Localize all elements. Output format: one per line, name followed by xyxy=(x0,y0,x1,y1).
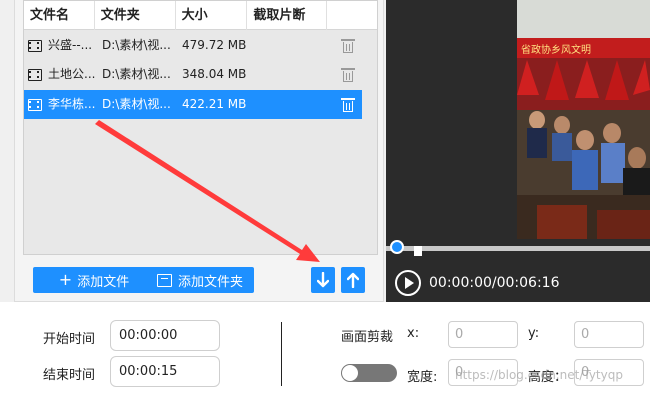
plus-icon: + xyxy=(58,270,73,289)
crop-y-label: y: xyxy=(528,326,540,341)
delete-button[interactable] xyxy=(334,60,362,89)
file-name: 土地公... xyxy=(48,67,96,81)
table-row[interactable]: 土地公... D:\素材\视... 348.04 MB xyxy=(24,60,362,89)
column-header-folder[interactable]: 文件夹 xyxy=(95,1,176,30)
file-size: 479.72 MB xyxy=(182,38,247,52)
toggle-knob xyxy=(342,365,358,381)
file-folder: D:\素材\视... xyxy=(102,67,171,81)
file-folder: D:\素材\视... xyxy=(102,97,171,111)
file-folder: D:\素材\视... xyxy=(102,38,171,52)
file-table: 文件名 文件夹 大小 截取片断 兴盛--... D:\素材\视... 479.7… xyxy=(23,0,378,255)
delete-button[interactable] xyxy=(334,90,362,119)
play-button[interactable] xyxy=(395,270,421,296)
table-row-selected[interactable]: 李华栋... D:\素材\视... 422.21 MB xyxy=(24,90,362,119)
arrow-down-icon xyxy=(317,272,329,288)
settings-panel xyxy=(0,302,650,400)
folder-icon xyxy=(156,273,172,287)
crop-x-label: x: xyxy=(407,326,420,341)
crop-x-input[interactable]: 0 xyxy=(448,321,518,348)
table-header: 文件名 文件夹 大小 截取片断 xyxy=(24,1,377,30)
video-preview-panel: 省政协乡风文明 00:00:00/00:06:16 xyxy=(386,0,650,302)
column-header-name[interactable]: 文件名 xyxy=(24,1,95,30)
trash-icon xyxy=(341,38,355,53)
column-header-action xyxy=(327,1,377,30)
divider xyxy=(281,322,282,386)
video-file-icon xyxy=(28,68,42,81)
move-down-button[interactable] xyxy=(311,267,335,293)
video-frame: 省政协乡风文明 xyxy=(517,0,650,239)
crop-y-input[interactable]: 0 xyxy=(574,321,644,348)
watermark: https://blog.csdn.net/Tytyqp xyxy=(455,368,623,382)
start-time-input[interactable]: 00:00:00 xyxy=(110,320,220,351)
trim-end-handle[interactable] xyxy=(414,246,422,256)
time-readout: 00:00:00/00:06:16 xyxy=(429,275,560,291)
crop-label: 画面剪裁 xyxy=(341,330,394,345)
file-list-panel: 文件名 文件夹 大小 截取片断 兴盛--... D:\素材\视... 479.7… xyxy=(14,0,384,302)
file-clip xyxy=(254,31,334,60)
svg-text:省政协乡风文明: 省政协乡风文明 xyxy=(521,43,591,56)
table-row[interactable]: 兴盛--... D:\素材\视... 479.72 MB xyxy=(24,31,362,60)
end-time-input[interactable]: 00:00:15 xyxy=(110,356,220,387)
end-time-label: 结束时间 xyxy=(43,368,96,383)
file-clip xyxy=(254,60,334,89)
column-header-clip[interactable]: 截取片断 xyxy=(247,1,328,30)
add-folder-button[interactable]: 添加文件夹 xyxy=(146,267,254,293)
file-name: 兴盛--... xyxy=(48,38,93,52)
progress-track[interactable] xyxy=(386,246,650,251)
video-file-icon xyxy=(28,39,42,52)
move-up-button[interactable] xyxy=(341,267,365,293)
trash-icon xyxy=(341,67,355,82)
start-time-label: 开始时间 xyxy=(43,332,96,347)
arrow-up-icon xyxy=(347,272,359,288)
delete-button[interactable] xyxy=(334,31,362,60)
add-file-button[interactable]: + 添加文件 xyxy=(33,267,155,293)
video-file-icon xyxy=(28,98,42,111)
trim-start-handle[interactable] xyxy=(390,240,404,254)
video-frame-image: 省政协乡风文明 xyxy=(517,0,650,239)
file-name: 李华栋... xyxy=(48,97,96,111)
file-size: 422.21 MB xyxy=(182,97,247,111)
trash-icon xyxy=(341,97,355,112)
column-header-size[interactable]: 大小 xyxy=(176,1,248,30)
file-clip xyxy=(254,90,334,119)
file-size: 348.04 MB xyxy=(182,67,247,81)
crop-toggle[interactable] xyxy=(341,364,397,382)
crop-width-label: 宽度: xyxy=(407,370,438,385)
